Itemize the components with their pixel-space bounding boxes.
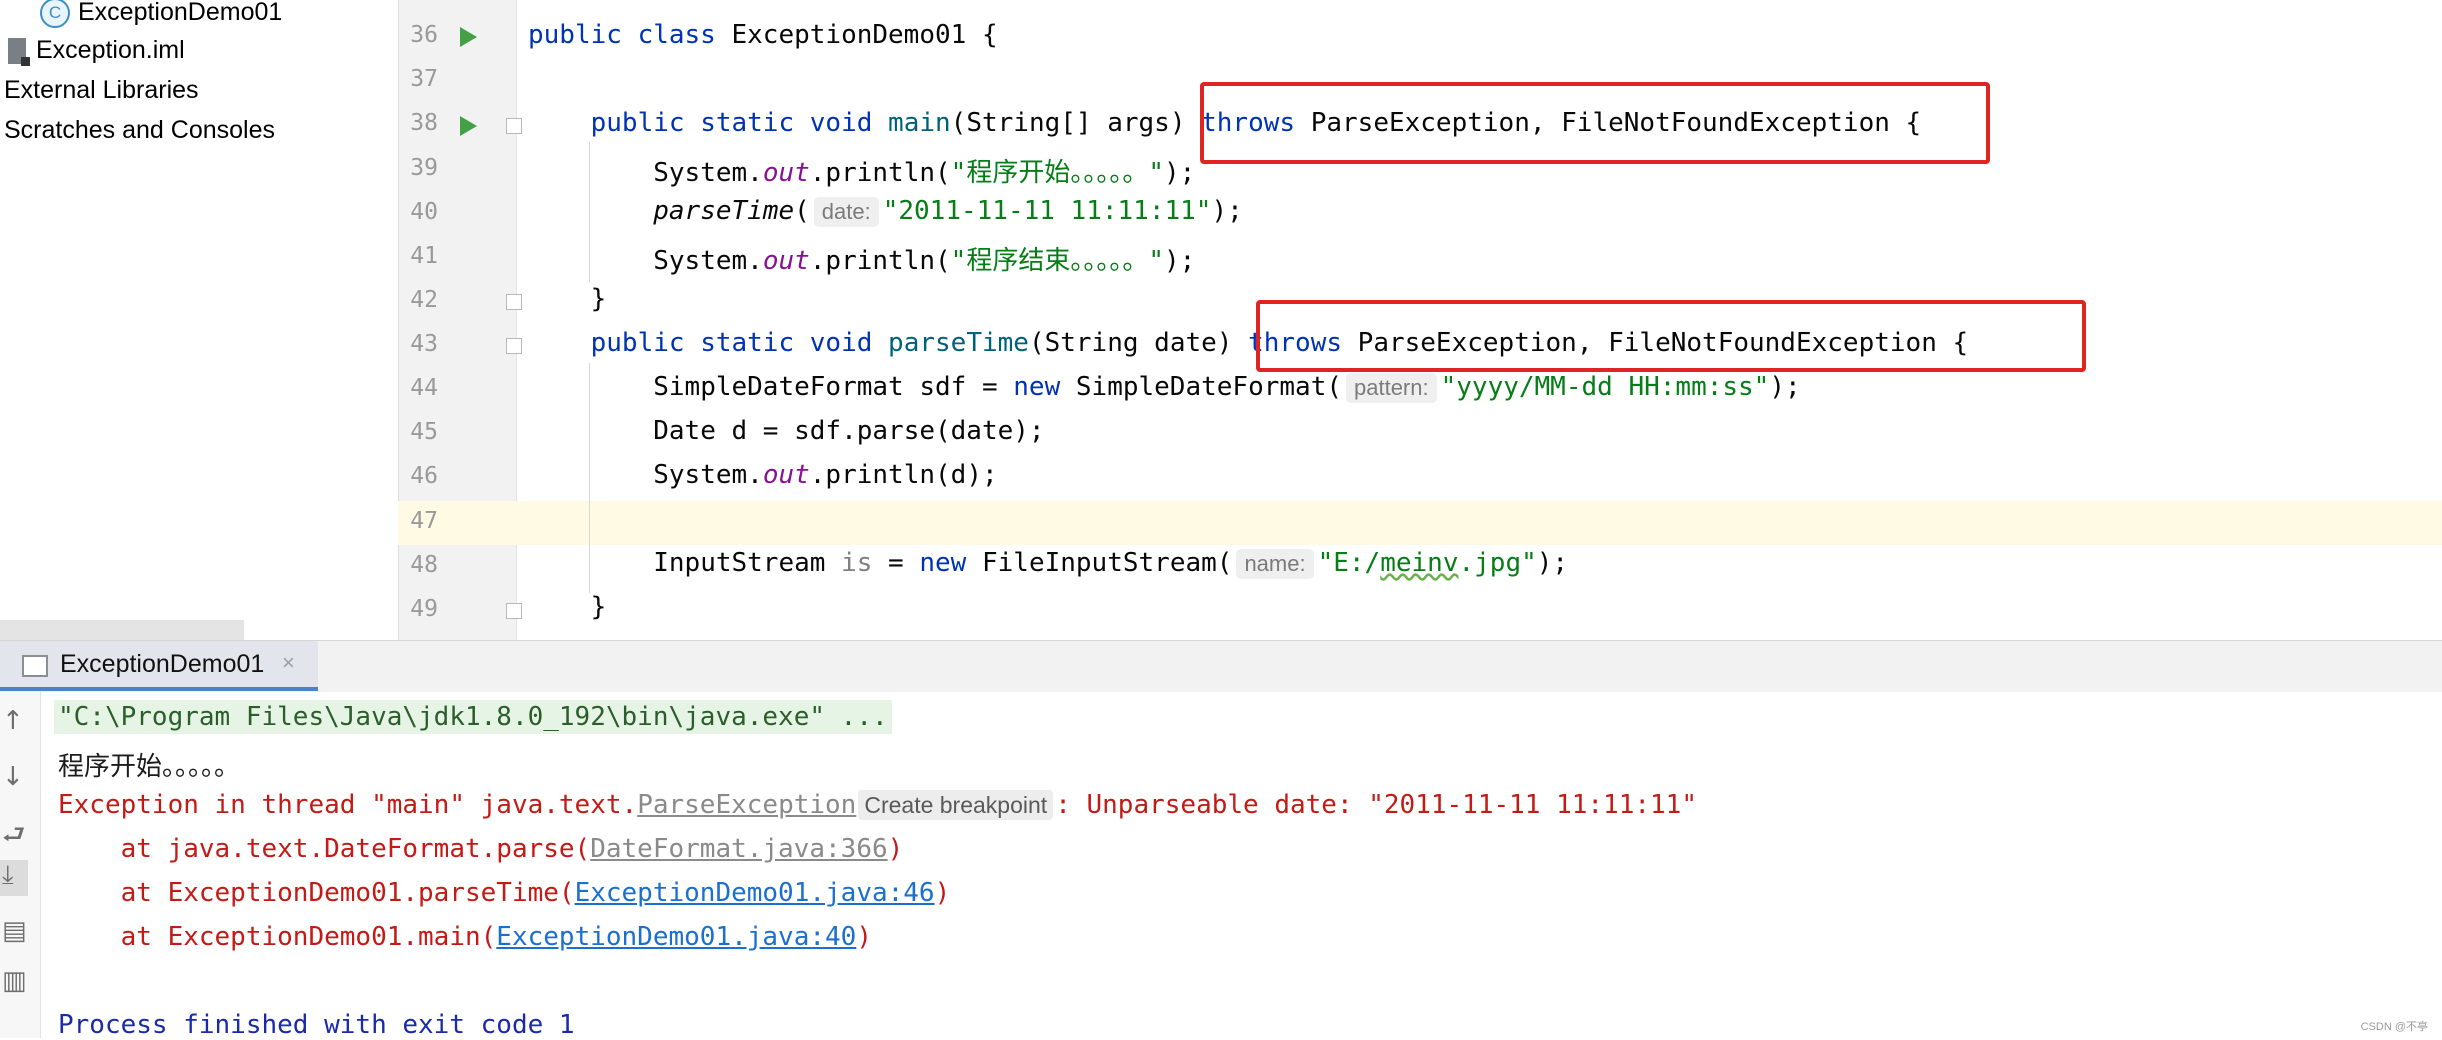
code-line-49: } xyxy=(590,592,607,622)
exception-class-link[interactable]: ParseException xyxy=(637,790,856,820)
scroll-to-end-icon[interactable]: ⤓ xyxy=(0,860,28,896)
param-hint-pattern: pattern: xyxy=(1346,373,1437,403)
clear-icon[interactable]: ▥ xyxy=(0,966,40,1002)
stack-trace-line: at ExceptionDemo01.main(ExceptionDemo01.… xyxy=(58,922,872,952)
code-line-39: System.out.println("程序开始。。。。。"); xyxy=(653,158,1196,188)
tree-item-exception-iml[interactable]: Exception.iml xyxy=(8,30,185,70)
code-line-44: SimpleDateFormat sdf = new SimpleDateFor… xyxy=(653,372,1801,403)
console-exception-line: Exception in thread "main" java.text.Par… xyxy=(58,790,1697,820)
watermark: CSDN @不亭 xyxy=(2360,1021,2428,1033)
run-tab-label: ExceptionDemo01 xyxy=(60,650,265,678)
line-number: 36 xyxy=(410,22,438,48)
line-number: 47 xyxy=(410,508,438,534)
run-class-icon[interactable] xyxy=(460,27,477,47)
code-line-41: System.out.println("程序结束。。。。。"); xyxy=(653,246,1196,276)
stack-trace-link[interactable]: DateFormat.java:366 xyxy=(590,834,887,864)
tree-item-scratches[interactable]: Scratches and Consoles xyxy=(4,110,275,150)
java-class-icon: C xyxy=(40,0,70,29)
tree-item-external-libraries[interactable]: External Libraries xyxy=(4,70,199,110)
code-line-40: parseTime(date: "2011-11-11 11:11:11"); xyxy=(653,196,1243,227)
line-number: 45 xyxy=(410,419,438,445)
down-arrow-icon[interactable]: ↓ xyxy=(0,762,40,798)
close-icon[interactable]: × xyxy=(282,650,295,676)
tree-item-label: Exception.iml xyxy=(36,36,185,64)
line-number: 38 xyxy=(410,110,438,136)
tree-horizontal-scrollbar[interactable] xyxy=(0,620,244,640)
tree-item-exceptiondemo01[interactable]: C ExceptionDemo01 xyxy=(40,0,282,32)
tree-item-label: External Libraries xyxy=(4,76,199,104)
run-toolbar: ↑ ↓ ⮐ ⤓ ▤ ▥ xyxy=(0,692,41,1038)
up-arrow-icon[interactable]: ↑ xyxy=(0,706,40,742)
line-number: 43 xyxy=(410,331,438,357)
fold-icon[interactable] xyxy=(506,118,522,134)
stack-trace-link[interactable]: ExceptionDemo01.java:46 xyxy=(575,878,935,908)
line-number: 44 xyxy=(410,375,438,401)
stack-trace-link[interactable]: ExceptionDemo01.java:40 xyxy=(496,922,856,952)
tree-item-label: ExceptionDemo01 xyxy=(78,0,283,26)
line-number: 48 xyxy=(410,552,438,578)
code-line-45: Date d = sdf.parse(date); xyxy=(653,416,1045,446)
line-number: 42 xyxy=(410,287,438,313)
line-number: 46 xyxy=(410,463,438,489)
line-number: 49 xyxy=(410,596,438,622)
process-finished-line: Process finished with exit code 1 xyxy=(58,1010,575,1040)
code-line-36: public class ExceptionDemo01 { xyxy=(528,20,998,50)
run-panel-header: ExceptionDemo01 × xyxy=(0,640,2442,694)
stack-trace-line: at java.text.DateFormat.parse(DateFormat… xyxy=(58,834,904,864)
console-command-line: "C:\Program Files\Java\jdk1.8.0_192\bin\… xyxy=(54,700,892,734)
console-output[interactable] xyxy=(41,692,2442,1038)
current-line-highlight xyxy=(398,501,2442,545)
line-number: 39 xyxy=(410,155,438,181)
tree-item-label: Scratches and Consoles xyxy=(4,116,275,144)
code-line-42: } xyxy=(590,284,607,314)
console-icon xyxy=(22,655,48,677)
project-tree: C ExceptionDemo01 Exception.iml External … xyxy=(0,0,398,640)
line-number: 41 xyxy=(410,243,438,269)
fold-icon[interactable] xyxy=(506,294,522,310)
module-file-icon xyxy=(8,38,30,67)
soft-wrap-icon[interactable]: ⮐ xyxy=(0,816,40,852)
stack-trace-line: at ExceptionDemo01.parseTime(ExceptionDe… xyxy=(58,878,951,908)
throws-highlight-box xyxy=(1200,82,1990,164)
create-breakpoint-hint[interactable]: Create breakpoint xyxy=(858,790,1054,820)
fold-icon[interactable] xyxy=(506,338,522,354)
print-icon[interactable]: ▤ xyxy=(0,916,40,952)
run-main-icon[interactable] xyxy=(460,116,477,136)
code-line-46: System.out.println(d); xyxy=(653,460,998,490)
fold-icon[interactable] xyxy=(506,603,522,619)
line-number: 40 xyxy=(410,199,438,225)
throws-highlight-box xyxy=(1256,300,2086,372)
console-output-line: 程序开始。。。。。 xyxy=(58,752,241,782)
param-hint-name: name: xyxy=(1236,549,1314,579)
param-hint-date: date: xyxy=(813,197,879,227)
run-tab[interactable]: ExceptionDemo01 × xyxy=(0,641,318,691)
line-number: 37 xyxy=(410,66,438,92)
code-line-48: InputStream is = new FileInputStream(nam… xyxy=(653,548,1569,579)
